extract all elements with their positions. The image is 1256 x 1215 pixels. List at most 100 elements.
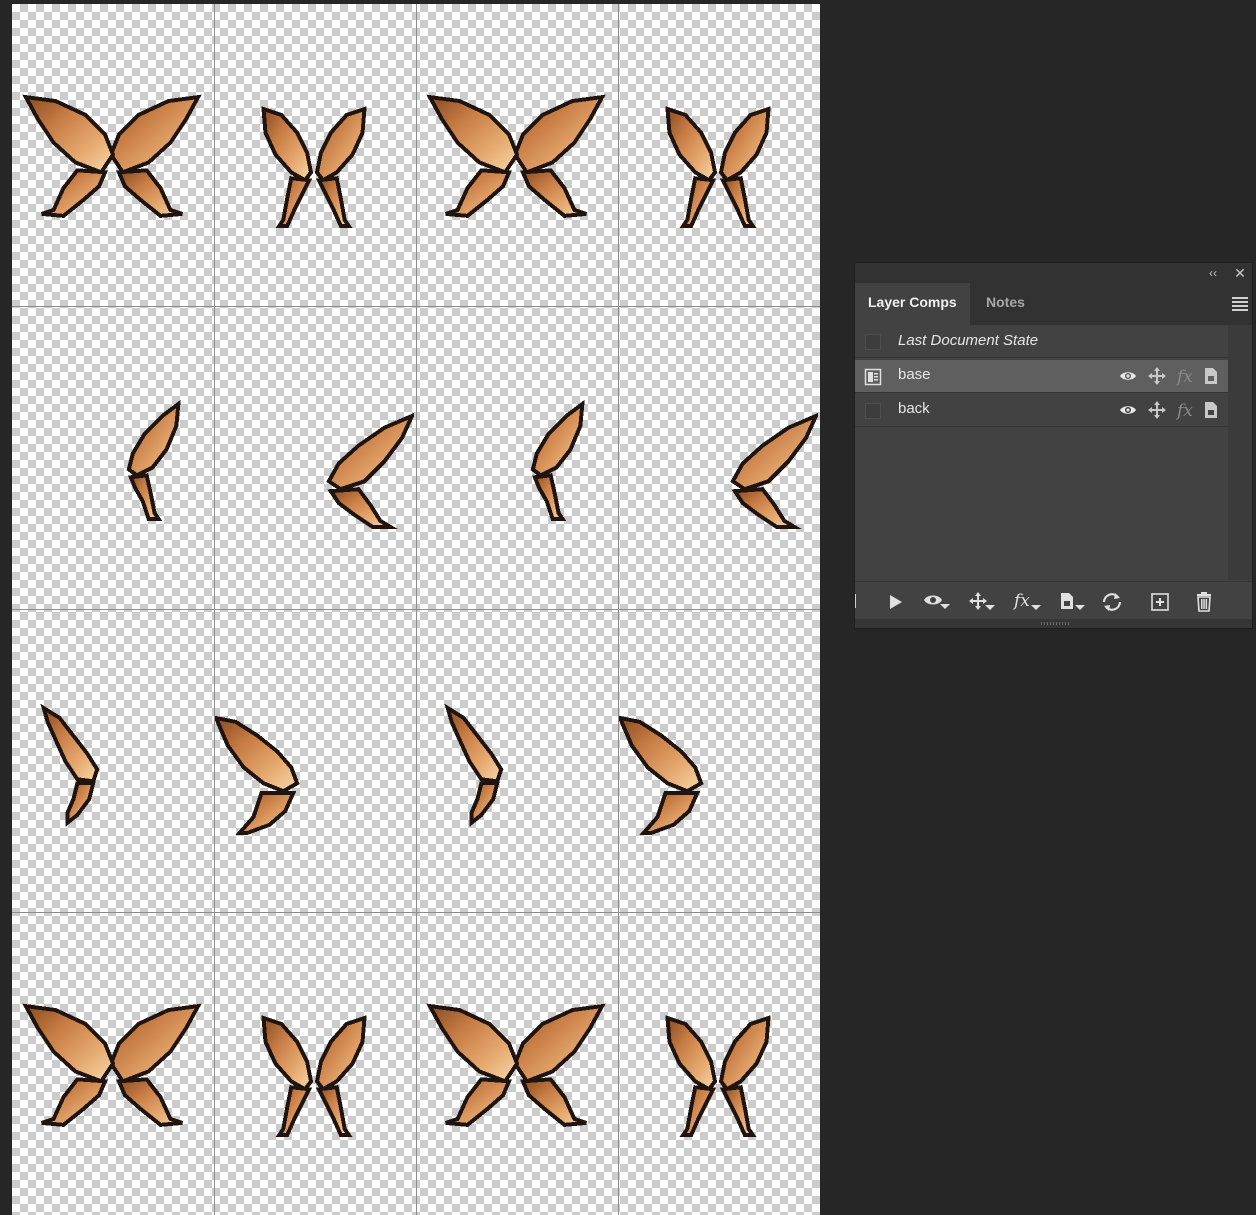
apply-checkbox[interactable] [865, 334, 881, 350]
wing-lower-right [315, 1085, 353, 1137]
wing-lower-right [719, 1085, 757, 1137]
tab-layer-comps[interactable]: Layer Comps [855, 283, 970, 325]
position-apply-icon[interactable] [967, 590, 995, 614]
wing-sprite-2-0 [40, 703, 100, 827]
wing-lower-left [41, 168, 108, 218]
wing-lower-right [128, 473, 163, 521]
visibility-icon[interactable] [1118, 366, 1138, 386]
new-comp-icon[interactable] [1147, 590, 1173, 614]
panel-resize-grip[interactable] [855, 619, 1252, 628]
appearance-icon[interactable] [1202, 400, 1222, 420]
wing-upper-right [126, 399, 181, 478]
wing-lower-left [679, 176, 717, 228]
wing-sprite-1-0 [126, 399, 181, 521]
wing-sprite-3-2 [426, 1003, 606, 1127]
wing-upper-right [530, 399, 585, 478]
wing-lower-right [235, 791, 297, 835]
wing-sprite-0-1 [261, 106, 367, 228]
wing-upper-left [22, 1003, 116, 1084]
layer-comps-list: Last Document State base fx back fx [855, 325, 1228, 580]
wing-lower-right [639, 791, 701, 835]
wing-upper-right [108, 1003, 202, 1084]
wing-sprite-3-1 [261, 1015, 367, 1137]
wing-upper-right [214, 715, 300, 794]
wing-lower-right [116, 168, 183, 218]
collapse-icon[interactable]: ‹‹ [1204, 264, 1222, 282]
panel-menu-icon[interactable] [1232, 297, 1248, 311]
guide-horizontal-2 [12, 609, 820, 610]
wing-upper-left [426, 1003, 520, 1084]
wing-upper-right [108, 94, 202, 175]
wing-sprite-1-3 [730, 412, 818, 529]
wing-sprite-0-0 [22, 94, 202, 218]
update-icon[interactable] [1099, 590, 1125, 614]
wing-upper-left [665, 1015, 718, 1092]
wing-lower-right [520, 168, 587, 218]
wing-sprite-1-1 [326, 412, 414, 529]
wing-upper-left [261, 106, 314, 183]
panel-titlebar[interactable]: ‹‹ ✕ [855, 263, 1252, 283]
wing-sprite-2-2 [444, 703, 504, 827]
wing-upper-right [718, 1015, 771, 1092]
wing-lower-left [275, 1085, 313, 1137]
comp-row-last-document-state[interactable]: Last Document State [855, 325, 1228, 358]
wing-upper-right [314, 106, 367, 183]
wing-lower-right [315, 176, 353, 228]
comp-name: back [898, 400, 930, 417]
wing-upper-left [22, 94, 116, 175]
wing-upper-right [40, 703, 100, 784]
wing-lower-right [65, 781, 96, 827]
applied-comp-icon[interactable] [864, 368, 882, 391]
comp-row-back[interactable]: back fx [855, 394, 1228, 427]
trash-icon[interactable] [1191, 590, 1217, 614]
wing-upper-right [314, 1015, 367, 1092]
fx-icon[interactable]: fx [1175, 366, 1196, 387]
wing-upper-right [718, 106, 771, 183]
fx-icon[interactable]: fx [1175, 400, 1196, 421]
wing-sprite-2-1 [214, 715, 300, 835]
panel-bottom-toolbar: fx [855, 581, 1252, 620]
svg-text:fx: fx [1013, 591, 1030, 611]
wing-lower-right [532, 473, 567, 521]
layer-comps-panel: ‹‹ ✕ Layer Comps Notes Last Document Sta… [854, 262, 1253, 629]
visibility-icon[interactable] [1118, 400, 1138, 420]
appearance-icon[interactable] [1202, 366, 1222, 386]
comp-name: base [898, 366, 931, 383]
fx-apply-icon[interactable]: fx [1012, 590, 1041, 614]
wing-upper-right [618, 715, 704, 794]
toolbar-divider [855, 594, 860, 608]
wing-upper-right [512, 94, 606, 175]
wing-sprite-3-0 [22, 1003, 202, 1127]
wing-lower-right [469, 781, 500, 827]
position-icon[interactable] [1147, 400, 1167, 420]
wing-upper-left [261, 1015, 314, 1092]
apply-checkbox[interactable] [865, 403, 881, 419]
tab-notes[interactable]: Notes [973, 283, 1038, 325]
guide-horizontal-3 [12, 912, 820, 913]
appearance-apply-icon[interactable] [1057, 590, 1085, 614]
close-icon[interactable]: ✕ [1231, 264, 1249, 282]
wing-lower-left [275, 176, 313, 228]
wing-upper-right [444, 703, 504, 784]
wing-sprite-2-3 [618, 715, 704, 835]
visibility-apply-icon[interactable] [922, 590, 950, 614]
panel-tabbar: Layer Comps Notes [855, 283, 1252, 325]
wing-lower-left [445, 168, 512, 218]
play-icon[interactable] [883, 590, 909, 614]
comp-row-base[interactable]: base fx [855, 360, 1228, 393]
wing-upper-left [665, 106, 718, 183]
guide-horizontal-1 [12, 306, 820, 307]
wing-lower-left [41, 1077, 108, 1127]
document-canvas[interactable] [12, 4, 820, 1215]
position-icon[interactable] [1147, 366, 1167, 386]
comp-name: Last Document State [898, 332, 1039, 349]
wing-upper-right [512, 1003, 606, 1084]
list-scrollbar[interactable] [1228, 325, 1252, 580]
wing-lower-left [445, 1077, 512, 1127]
wing-lower-right [520, 1077, 587, 1127]
wing-lower-right [116, 1077, 183, 1127]
svg-text:fx: fx [1176, 367, 1193, 386]
wing-sprite-0-3 [665, 106, 771, 228]
wing-upper-right [326, 412, 414, 492]
wing-lower-right [719, 176, 757, 228]
